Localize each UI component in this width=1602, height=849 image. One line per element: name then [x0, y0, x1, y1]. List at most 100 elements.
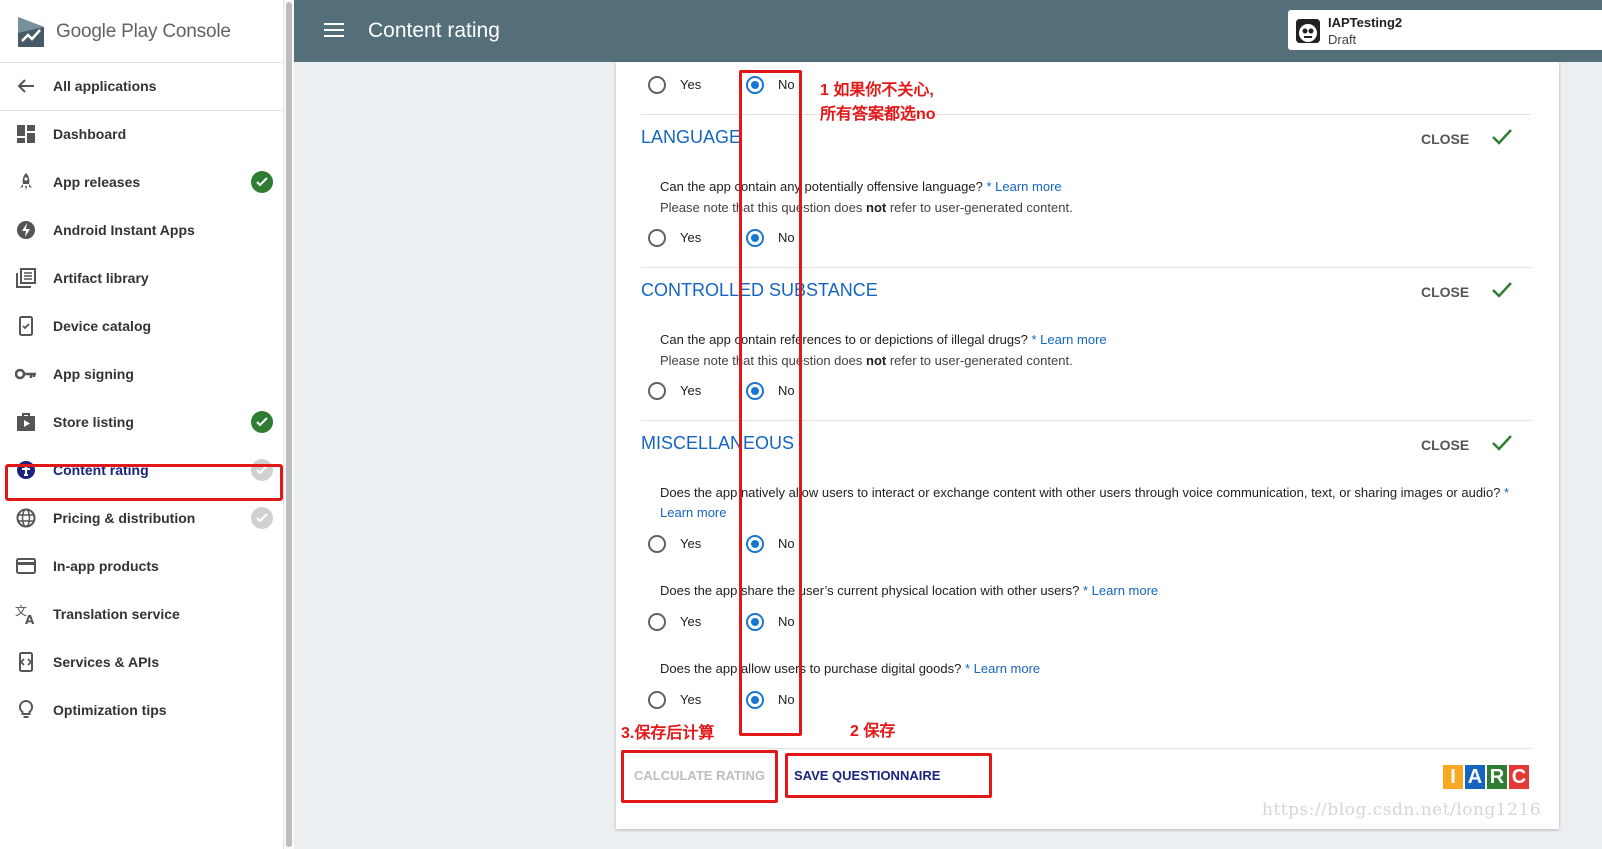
annotation-box-save [785, 753, 992, 798]
annotation-note-3: 3.保存后计算 [621, 725, 715, 742]
radio-yes[interactable] [648, 613, 666, 631]
iarc-letter-i: I [1443, 765, 1463, 789]
learn-more-link[interactable]: Learn more [995, 179, 1061, 194]
play-console-logo-icon [18, 17, 44, 47]
scrollbar-thumb[interactable] [286, 2, 292, 847]
sidebar-item-label: App signing [53, 366, 134, 382]
sidebar-item-label: Dashboard [53, 126, 127, 142]
globe-icon [14, 506, 38, 530]
store-icon [14, 410, 38, 434]
rocket-icon [14, 170, 38, 194]
sidebar-item-dashboard[interactable]: Dashboard [0, 110, 282, 158]
section-complete-check-icon [1492, 129, 1512, 145]
app-status: Draft [1328, 32, 1357, 47]
question-note: Please note that this question does not … [660, 353, 1073, 368]
radio-yes-label: Yes [680, 614, 702, 629]
annotation-box-no-column [739, 70, 802, 736]
translate-icon: 文A [14, 602, 38, 626]
sidebar-item-label: Artifact library [53, 270, 149, 286]
annotation-highlight-content-rating [5, 464, 283, 501]
api-icon [14, 650, 38, 674]
sidebar-item-label: Android Instant Apps [53, 222, 195, 238]
section-complete-check-icon [1492, 282, 1512, 298]
sidebar: Google Play Console All applications Das… [0, 0, 284, 849]
sidebar-item-pricing-distribution[interactable]: Pricing & distribution [0, 494, 282, 542]
question-text: Does the app allow users to purchase dig… [660, 661, 1041, 676]
iarc-letter-c: C [1509, 765, 1529, 789]
card-icon [14, 554, 38, 578]
dashboard-icon [14, 122, 38, 146]
play-console-logo[interactable]: Google Play Console [16, 14, 231, 50]
question-text: Can the app contain any potentially offe… [660, 179, 1062, 194]
radio-yes-label: Yes [680, 692, 702, 707]
section-title-language: LANGUAGE [641, 127, 742, 147]
brand-name: Google Play Console [56, 21, 231, 42]
app-name: IAPTesting2 [1328, 15, 1403, 30]
bolt-icon [14, 218, 38, 242]
annotation-box-calculate [621, 750, 778, 803]
sidebar-item-translation-service[interactable]: 文A Translation service [0, 590, 282, 638]
question-text: Does the app share the user’s current ph… [660, 583, 1159, 598]
arrow-back-icon [14, 74, 38, 98]
iarc-logo: I A R C [1443, 765, 1529, 789]
complete-check-icon [251, 171, 273, 193]
sidebar-item-store-listing[interactable]: Store listing [0, 398, 282, 446]
app-selector[interactable]: IAPTesting2 Draft [1288, 10, 1602, 50]
radio-yes[interactable] [648, 229, 666, 247]
learn-more-link[interactable]: Learn more [974, 661, 1040, 676]
incomplete-check-icon [251, 507, 273, 529]
radio-yes[interactable] [648, 382, 666, 400]
question-text: Can the app contain references to or dep… [660, 332, 1107, 347]
sidebar-item-label: Store listing [53, 414, 134, 430]
sidebar-item-artifact-library[interactable]: Artifact library [0, 254, 282, 302]
annotation-note-2: 2 保存 [850, 723, 896, 740]
sidebar-item-in-app-products[interactable]: In-app products [0, 542, 282, 590]
annotation-note-1: 1 如果你不关心, 所有答案都选no [820, 82, 936, 123]
close-language-button[interactable]: CLOSE [1421, 131, 1469, 147]
sidebar-item-optimization-tips[interactable]: Optimization tips [0, 686, 282, 734]
key-icon [14, 362, 38, 386]
sidebar-item-label: In-app products [53, 558, 159, 574]
question-note: Please note that this question does not … [660, 200, 1073, 215]
radio-yes-label: Yes [680, 383, 702, 398]
section-complete-check-icon [1492, 435, 1512, 451]
sidebar-item-label: Pricing & distribution [53, 510, 196, 526]
sidebar-scrollbar[interactable] [284, 0, 294, 849]
close-miscellaneous-button[interactable]: CLOSE [1421, 437, 1469, 453]
radio-yes[interactable] [648, 76, 666, 94]
sidebar-item-label: Device catalog [53, 318, 152, 334]
iarc-letter-a: A [1465, 765, 1485, 789]
learn-more-link[interactable]: Learn more [1092, 583, 1158, 598]
top-app-bar: Content rating IAPTesting2 Draft [294, 0, 1602, 62]
hamburger-menu-icon[interactable] [324, 23, 344, 39]
sidebar-item-label: App releases [53, 174, 141, 190]
iarc-letter-r: R [1487, 765, 1507, 789]
sidebar-item-label: Services & APIs [53, 654, 160, 670]
sidebar-item-label: Translation service [53, 606, 180, 622]
radio-yes-label: Yes [680, 77, 702, 92]
app-avatar [1296, 19, 1320, 43]
page-title: Content rating [368, 19, 500, 42]
sidebar-item-app-signing[interactable]: App signing [0, 350, 282, 398]
radio-yes[interactable] [648, 535, 666, 553]
close-controlled-substance-button[interactable]: CLOSE [1421, 284, 1469, 300]
radio-yes-label: Yes [680, 230, 702, 245]
svg-text:A: A [25, 613, 35, 625]
learn-more-link[interactable]: Learn more [1040, 332, 1106, 347]
watermark: https://blog.csdn.net/long1216 [1262, 800, 1542, 820]
back-all-applications[interactable]: All applications [0, 62, 282, 110]
sidebar-item-android-instant-apps[interactable]: Android Instant Apps [0, 206, 282, 254]
sidebar-item-services-apis[interactable]: Services & APIs [0, 638, 282, 686]
radio-yes-label: Yes [680, 536, 702, 551]
sidebar-item-label: Optimization tips [53, 702, 167, 718]
footer-divider [641, 748, 1531, 749]
learn-more-link[interactable]: Learn more [660, 505, 726, 520]
radio-yes[interactable] [648, 691, 666, 709]
lightbulb-icon [14, 698, 38, 722]
library-icon [14, 266, 38, 290]
sidebar-item-app-releases[interactable]: App releases [0, 158, 282, 206]
device-icon [14, 314, 38, 338]
sidebar-item-device-catalog[interactable]: Device catalog [0, 302, 282, 350]
complete-check-icon [251, 411, 273, 433]
back-label: All applications [53, 78, 157, 94]
